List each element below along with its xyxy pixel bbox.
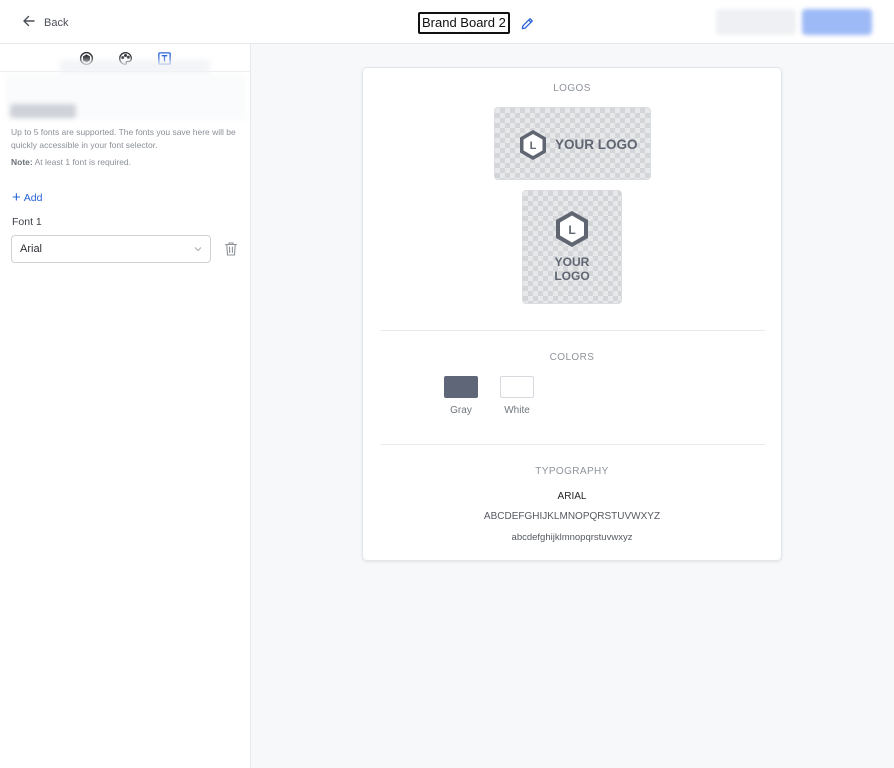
logo-letter-vertical: L — [568, 223, 575, 237]
logo-wordmark-line1: YOUR — [555, 255, 590, 269]
typography-section-title: TYPOGRAPHY — [535, 466, 609, 477]
logo-wordmark: YOUR LOGO — [555, 137, 638, 152]
uppercase-sample: ABCDEFGHIJKLMNOPQRSTUVWXYZ — [483, 511, 661, 522]
trash-icon[interactable] — [224, 241, 238, 257]
add-font-label: Add — [23, 192, 43, 204]
logo-wordmark-line2: LOGO — [554, 269, 589, 283]
section-divider — [380, 330, 765, 331]
font-1-label: Font 1 — [12, 216, 42, 228]
board-title-input[interactable]: Brand Board 2 — [418, 12, 510, 34]
colors-section-title: COLORS — [549, 352, 595, 363]
color-swatch-gray[interactable] — [444, 376, 478, 398]
logo-placeholder-icon-vertical: L YOUR LOGO — [554, 211, 590, 283]
fonts-note: Note: At least 1 font is required. — [11, 157, 131, 167]
font-1-select[interactable]: Arial — [11, 235, 211, 263]
color-swatch-white[interactable] — [500, 376, 534, 398]
vertical-logo-tile[interactable]: L YOUR LOGO — [522, 190, 622, 304]
primary-action-button[interactable] — [802, 9, 872, 35]
chevron-down-icon — [194, 247, 202, 252]
add-font-button[interactable]: + Add — [12, 189, 43, 206]
lowercase-sample: abcdefghijklmnopqrstuvwxyz — [511, 532, 633, 543]
section-heading — [10, 104, 76, 118]
section-divider — [380, 444, 765, 445]
logo-placeholder-icon: L YOUR LOGO — [520, 130, 638, 160]
color-label-gray: Gray — [450, 405, 472, 416]
arrow-left-icon — [22, 14, 36, 31]
sidebar-tabs — [0, 44, 251, 74]
pencil-icon[interactable] — [520, 16, 535, 31]
secondary-action-button[interactable] — [716, 9, 796, 35]
plus-icon: + — [12, 189, 21, 206]
note-label: Note: — [11, 157, 33, 167]
logo-letter: L — [530, 140, 537, 152]
back-button[interactable]: Back — [22, 14, 68, 31]
note-text: At least 1 font is required. — [34, 157, 132, 167]
fonts-description: Up to 5 fonts are supported. The fonts y… — [11, 127, 236, 150]
font-1-value: Arial — [20, 243, 43, 255]
horizontal-logo-tile[interactable]: L YOUR LOGO — [494, 107, 651, 180]
back-label: Back — [44, 16, 69, 29]
logos-section-title: LOGOS — [553, 83, 591, 94]
sidebar: Up to 5 fonts are supported. The fonts y… — [0, 44, 251, 768]
color-label-white: White — [504, 405, 530, 416]
tab-indicator — [60, 60, 210, 74]
brand-board-card: LOGOS L YOUR LOGO L YOUR LOGO COLORS Gra… — [362, 67, 782, 561]
top-bar: Back Brand Board 2 — [0, 0, 894, 44]
font-name-sample: ARIAL — [557, 491, 587, 502]
